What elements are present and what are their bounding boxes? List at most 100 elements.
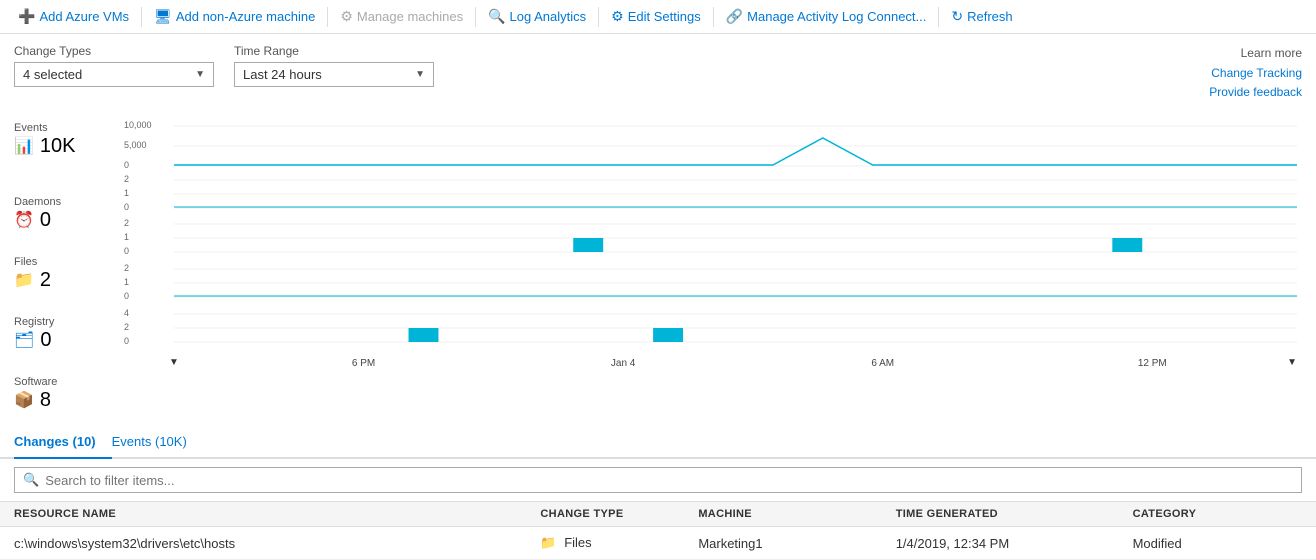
toolbar: ➕ Add Azure VMs 🖥 Add non-Azure machine … [0, 0, 1316, 34]
col-header-machine: MACHINE [684, 502, 881, 527]
tabs-row: Changes (10) Events (10K) [0, 426, 1316, 459]
add-non-azure-label: Add non-Azure machine [176, 9, 315, 24]
manage-machines-button: ⚙ Manage machines [330, 4, 473, 29]
stat-files-value: 2 [40, 270, 51, 290]
search-bar: 🔍 [14, 467, 1302, 493]
manage-machines-icon: ⚙ [340, 8, 353, 25]
time-range-label: Time Range [234, 44, 434, 58]
log-analytics-icon: 🔍 [488, 8, 505, 25]
separator-5 [713, 7, 714, 27]
stat-software: Software 📦 8 [14, 372, 124, 416]
add-non-azure-icon: 🖥 [154, 8, 172, 25]
cell-time-generated: 1/4/2019, 12:34 PM [882, 527, 1119, 560]
tab-events-label: Events (10K) [112, 434, 187, 449]
stat-events-label: Events [14, 122, 124, 134]
col-header-resource-name: RESOURCE NAME [0, 502, 526, 527]
tab-events[interactable]: Events (10K) [112, 426, 203, 459]
log-analytics-button[interactable]: 🔍 Log Analytics [478, 4, 596, 29]
tab-changes-label: Changes (10) [14, 434, 96, 449]
add-non-azure-button[interactable]: 🖥 Add non-Azure machine [144, 4, 325, 29]
edit-settings-icon: ⚙ [611, 8, 624, 25]
separator-4 [598, 7, 599, 27]
change-type-icon: 📁 [540, 535, 556, 550]
add-azure-vms-label: Add Azure VMs [39, 9, 129, 24]
cell-resource-name: c:\windows\system32\drivers\etc\hosts [0, 527, 526, 560]
stat-events-value: 10K [40, 136, 76, 156]
separator-3 [475, 7, 476, 27]
svg-text:1: 1 [124, 277, 129, 287]
software-icon: 📦 [14, 390, 34, 410]
stat-software-value: 8 [40, 390, 51, 410]
manage-activity-icon: 🔗 [726, 8, 743, 25]
separator-2 [327, 7, 328, 27]
svg-text:2: 2 [124, 263, 129, 273]
manage-activity-button[interactable]: 🔗 Manage Activity Log Connect... [716, 4, 937, 29]
stat-events: Events 📊 10K [14, 118, 124, 170]
table-row[interactable]: c:\windows\system32\drivers\etc\hosts 📁 … [0, 527, 1316, 560]
manage-activity-label: Manage Activity Log Connect... [747, 9, 926, 24]
svg-text:1: 1 [124, 188, 129, 198]
svg-text:2: 2 [124, 322, 129, 332]
search-input[interactable] [45, 473, 1293, 488]
svg-text:▼: ▼ [169, 357, 179, 368]
stat-registry-label: Registry [14, 316, 124, 328]
stat-daemons-value: 0 [40, 210, 51, 230]
svg-text:12 PM: 12 PM [1138, 358, 1167, 369]
files-icon: 📁 [14, 270, 34, 290]
chart-container: Events 📊 10K Daemons ⏰ 0 Files 📁 2 Regis… [0, 108, 1316, 426]
add-azure-vms-icon: ➕ [18, 8, 35, 25]
stat-registry: Registry 🗂 0 [14, 312, 124, 356]
search-icon: 🔍 [23, 472, 39, 488]
manage-machines-label: Manage machines [357, 9, 463, 24]
svg-text:▼: ▼ [1287, 357, 1297, 368]
svg-text:2: 2 [124, 218, 129, 228]
svg-text:0: 0 [124, 246, 129, 256]
stat-software-label: Software [14, 376, 124, 388]
cell-category: Modified [1119, 527, 1316, 560]
log-analytics-label: Log Analytics [510, 9, 587, 24]
stat-files: Files 📁 2 [14, 252, 124, 296]
stat-files-value-row: 📁 2 [14, 270, 124, 290]
add-azure-vms-button[interactable]: ➕ Add Azure VMs [8, 4, 139, 29]
provide-feedback-link[interactable]: Provide feedback [1209, 83, 1302, 102]
time-range-value: Last 24 hours [243, 67, 322, 82]
separator-1 [141, 7, 142, 27]
stat-daemons: Daemons ⏰ 0 [14, 192, 124, 236]
edit-settings-label: Edit Settings [628, 9, 701, 24]
time-range-dropdown[interactable]: Last 24 hours ▼ [234, 62, 434, 87]
stats-panel: Events 📊 10K Daemons ⏰ 0 Files 📁 2 Regis… [14, 118, 124, 416]
svg-text:2: 2 [124, 174, 129, 184]
refresh-button[interactable]: ↻ Refresh [941, 4, 1022, 29]
svg-text:4: 4 [124, 308, 129, 318]
change-types-label: Change Types [14, 44, 214, 58]
refresh-label: Refresh [967, 9, 1013, 24]
cell-machine: Marketing1 [684, 527, 881, 560]
table-header: RESOURCE NAME CHANGE TYPE MACHINE TIME G… [0, 502, 1316, 527]
time-range-arrow-icon: ▼ [415, 69, 425, 80]
svg-text:0: 0 [124, 202, 129, 212]
stat-registry-value: 0 [40, 330, 51, 350]
svg-text:5,000: 5,000 [124, 140, 146, 150]
col-header-category: CATEGORY [1119, 502, 1316, 527]
svg-text:6 AM: 6 AM [871, 358, 894, 369]
data-table: RESOURCE NAME CHANGE TYPE MACHINE TIME G… [0, 501, 1316, 560]
edit-settings-button[interactable]: ⚙ Edit Settings [601, 4, 711, 29]
change-tracking-link[interactable]: Change Tracking [1211, 64, 1302, 83]
svg-text:0: 0 [124, 336, 129, 346]
tab-changes[interactable]: Changes (10) [14, 426, 112, 459]
svg-text:1: 1 [124, 232, 129, 242]
stat-daemons-label: Daemons [14, 196, 124, 208]
change-type-label: Files [564, 535, 591, 550]
stat-registry-value-row: 🗂 0 [14, 330, 124, 350]
svg-text:Jan 4: Jan 4 [611, 358, 636, 369]
chart-svg: 10,000 5,000 0 2 1 0 2 1 0 [124, 118, 1302, 378]
svg-text:0: 0 [124, 160, 129, 170]
change-types-dropdown[interactable]: 4 selected ▼ [14, 62, 214, 87]
stat-events-value-row: 📊 10K [14, 136, 124, 156]
controls-row: Change Types 4 selected ▼ Time Range Las… [0, 34, 1316, 108]
cell-change-type: 📁 Files [526, 527, 684, 560]
change-types-value: 4 selected [23, 67, 82, 82]
registry-icon: 🗂 [14, 330, 34, 350]
svg-text:0: 0 [124, 291, 129, 301]
col-header-change-type: CHANGE TYPE [526, 502, 684, 527]
